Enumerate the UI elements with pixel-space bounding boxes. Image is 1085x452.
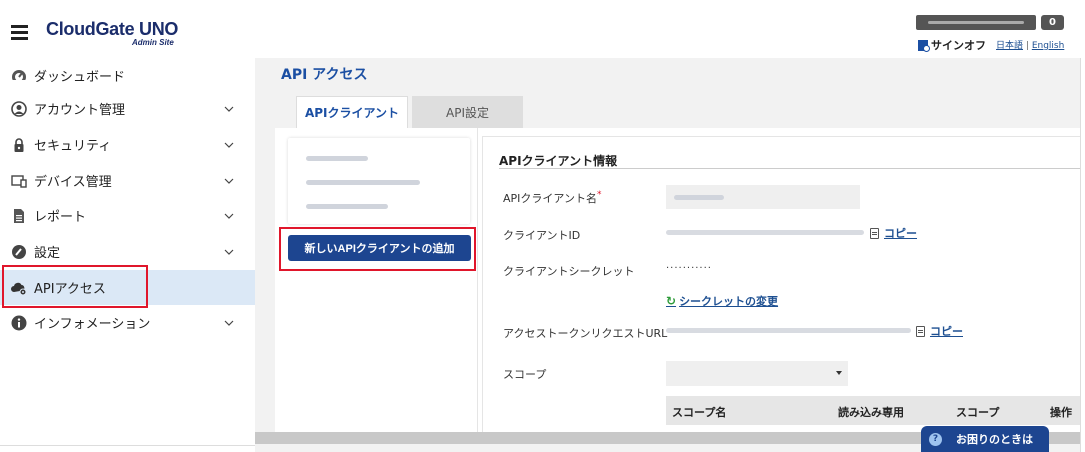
sidebar-divider (0, 445, 255, 446)
client-detail-panel: APIクライアント情報 APIクライアント名* クライアントID コピー クライ… (482, 136, 1085, 432)
chevron-down-icon[interactable] (224, 247, 234, 257)
scope-table-header: スコープ名 読み込み専用 スコープ 操作 (666, 396, 1085, 425)
signoff-link[interactable]: サインオフ (918, 37, 986, 53)
sidebar-item-dashboard[interactable]: ダッシュボード (0, 58, 255, 93)
copy-icon (870, 227, 879, 239)
client-name-label: APIクライアント名* (503, 190, 601, 206)
column-header: スコープ名 (672, 406, 727, 419)
logo[interactable]: CloudGate UNO Admin Site (46, 19, 179, 47)
sidebar-item-label: レポート (34, 210, 87, 225)
info-icon (11, 315, 27, 331)
main-content: API アクセス APIクライアント API設定 新しいAPIクライアントの追加… (255, 58, 1085, 452)
signoff-icon (918, 39, 930, 52)
help-label: お困りのときは (956, 433, 1033, 446)
required-mark: * (596, 190, 602, 200)
sidebar: ダッシュボード アカウント管理 セキュリティ デバイス管理 レポート 設定 AP… (0, 58, 255, 452)
device-icon (11, 173, 27, 189)
sidebar-item-devices[interactable]: デバイス管理 (0, 163, 255, 198)
sidebar-item-security[interactable]: セキュリティ (0, 127, 255, 162)
sidebar-item-label: ダッシュボード (34, 70, 126, 85)
client-name-label-text: APIクライアント名 (503, 192, 597, 205)
sidebar-item-information[interactable]: インフォメーション (0, 305, 255, 340)
client-card[interactable] (288, 138, 470, 224)
lock-icon (11, 137, 27, 153)
copy-icon (916, 325, 925, 337)
tab-api-client[interactable]: APIクライアント (296, 96, 408, 128)
detail-divider (499, 168, 1085, 169)
page-title: API アクセス (281, 67, 368, 83)
sidebar-item-settings[interactable]: 設定 (0, 234, 255, 269)
lang-ja-link[interactable]: 日本語 (996, 41, 1023, 51)
add-api-client-button[interactable]: 新しいAPIクライアントの追加 (288, 235, 471, 261)
column-header: 操作 (1050, 406, 1072, 419)
client-secret-label: クライアントシークレット (503, 265, 635, 278)
logo-subtitle: Admin Site (132, 38, 174, 47)
client-list-panel: 新しいAPIクライアントの追加 (275, 128, 478, 432)
chevron-down-icon[interactable] (224, 211, 234, 221)
user-icon (11, 100, 27, 117)
chevron-down-icon[interactable] (224, 318, 234, 328)
sidebar-item-label: セキュリティ (34, 139, 112, 154)
client-id-value (666, 230, 864, 235)
signoff-label: サインオフ (931, 39, 986, 52)
refresh-icon: ↻ (666, 294, 677, 308)
help-button[interactable]: ? お困りのときは (921, 426, 1049, 452)
notification-badge[interactable]: 0 (1041, 15, 1064, 30)
token-url-value (666, 328, 911, 333)
settings-icon (11, 244, 27, 260)
chevron-down-icon[interactable] (224, 104, 234, 114)
sidebar-item-label: デバイス管理 (34, 175, 112, 190)
sidebar-item-reports[interactable]: レポート (0, 198, 255, 233)
lang-en-link[interactable]: English (1032, 41, 1065, 51)
vertical-scrollbar[interactable] (1080, 58, 1085, 452)
column-header: 読み込み専用 (838, 406, 904, 419)
copy-client-id-link[interactable]: コピー (870, 225, 917, 241)
change-secret-link[interactable]: ↻ シークレットの変更 (666, 293, 778, 309)
tab-panel: 新しいAPIクライアントの追加 APIクライアント情報 APIクライアント名* … (275, 128, 1085, 432)
language-switcher: 日本語 | English (996, 38, 1064, 51)
user-name-button[interactable] (916, 15, 1036, 30)
tab-api-settings[interactable]: API設定 (412, 96, 523, 128)
logo-text: CloudGate UNO (46, 19, 179, 39)
question-icon: ? (929, 432, 942, 446)
lang-separator: | (1025, 41, 1029, 51)
token-url-label: アクセストークンリクエストURL (503, 327, 668, 340)
client-id-label: クライアントID (503, 229, 581, 242)
sidebar-item-label: 設定 (34, 246, 61, 261)
change-secret-label: シークレットの変更 (679, 295, 779, 308)
detail-title: APIクライアント情報 (499, 154, 618, 168)
sidebar-item-label: アカウント管理 (34, 103, 126, 118)
column-header: スコープ (956, 406, 1000, 419)
client-name-field[interactable] (666, 185, 860, 209)
scope-label: スコープ (503, 368, 547, 381)
scope-select[interactable] (666, 361, 848, 386)
client-secret-value: ··········· (666, 263, 712, 274)
copy-token-url-link[interactable]: コピー (916, 323, 963, 339)
menu-icon[interactable] (11, 25, 28, 40)
copy-label: コピー (884, 227, 917, 240)
report-icon (11, 208, 27, 224)
sidebar-item-accounts[interactable]: アカウント管理 (0, 91, 255, 126)
copy-label: コピー (930, 325, 963, 338)
dashboard-icon (11, 68, 27, 84)
chevron-down-icon[interactable] (224, 176, 234, 186)
header: CloudGate UNO Admin Site 0 サインオフ 日本語 | E… (0, 0, 1085, 58)
sidebar-item-label: インフォメーション (34, 317, 151, 332)
api-access-highlight (2, 265, 148, 308)
caret-down-icon (836, 371, 842, 375)
chevron-down-icon[interactable] (224, 140, 234, 150)
